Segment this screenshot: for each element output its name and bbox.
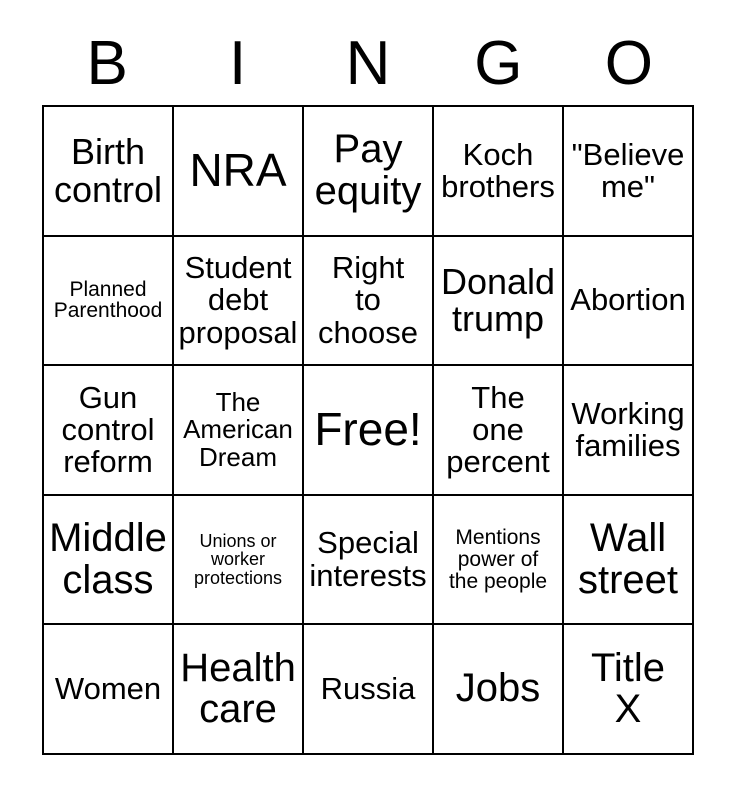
bingo-cell-label: Donald trump — [440, 260, 556, 340]
bingo-cell-g5[interactable]: Jobs — [434, 625, 564, 755]
bingo-cell-o2[interactable]: Abortion — [564, 236, 694, 367]
bingo-cell-n4[interactable]: Special interests — [304, 495, 434, 626]
bingo-cell-b4[interactable]: Middle class — [44, 495, 174, 626]
bingo-cell-i3[interactable]: The American Dream — [174, 366, 304, 496]
bingo-cell-o5[interactable]: Title X — [564, 625, 694, 755]
bingo-cell-label: Free! — [314, 403, 422, 456]
bingo-cell-label: "Believe me" — [571, 136, 685, 204]
bingo-cell-label: NRA — [189, 143, 287, 196]
bingo-cell-i2[interactable]: Student debt proposal — [174, 236, 304, 367]
bingo-cell-b5[interactable]: Women — [44, 625, 174, 755]
bingo-cell-label: Student debt proposal — [178, 250, 298, 350]
bingo-cell-label: Koch brothers — [441, 136, 555, 204]
bingo-card: B I N G O Birth control NRA Pay equity K… — [0, 0, 736, 800]
bingo-cell-o4[interactable]: Wall street — [564, 495, 694, 626]
bingo-cell-n2[interactable]: Right to choose — [304, 236, 434, 367]
bingo-cell-label: Wall street — [577, 516, 679, 602]
bingo-cell-label: Pay equity — [314, 127, 422, 213]
bingo-cell-label: The one percent — [446, 379, 550, 480]
bingo-cell-i4[interactable]: Unions or worker protections — [174, 495, 304, 626]
bingo-cell-b3[interactable]: Gun control reform — [44, 366, 174, 496]
bingo-cell-label: Health care — [180, 645, 296, 732]
header-letter-n: N — [345, 29, 391, 98]
header-letter-g: G — [474, 29, 523, 98]
bingo-cell-label: Jobs — [455, 666, 541, 711]
bingo-cell-g2[interactable]: Donald trump — [434, 236, 564, 367]
bingo-cell-o3[interactable]: Working families — [564, 366, 694, 496]
bingo-cell-label: Right to choose — [318, 250, 418, 350]
bingo-cell-b2[interactable]: Planned Parenthood — [44, 236, 174, 367]
bingo-cell-o1[interactable]: "Believe me" — [564, 107, 694, 237]
bingo-cell-label: Abortion — [570, 282, 686, 318]
bingo-cell-label: Working families — [571, 395, 685, 463]
bingo-grid: Birth control NRA Pay equity Koch brothe… — [42, 105, 694, 755]
bingo-cell-i5[interactable]: Health care — [174, 625, 304, 755]
bingo-cell-g1[interactable]: Koch brothers — [434, 107, 564, 237]
bingo-cell-label: The American Dream — [183, 387, 293, 472]
bingo-cell-label: Russia — [320, 671, 416, 707]
bingo-header: B I N G O — [42, 24, 694, 104]
header-letter-o: O — [604, 29, 653, 98]
bingo-cell-n5[interactable]: Russia — [304, 625, 434, 755]
bingo-cell-label: Mentions power of the people — [448, 525, 548, 593]
bingo-cell-label: Middle class — [49, 516, 167, 602]
bingo-cell-b1[interactable]: Birth control — [44, 107, 174, 237]
header-letter-b: B — [86, 29, 128, 98]
bingo-cell-n1[interactable]: Pay equity — [304, 107, 434, 237]
header-letter-i: I — [228, 29, 247, 98]
bingo-cell-label: Birth control — [53, 131, 163, 210]
bingo-cell-free-space[interactable]: Free! — [304, 366, 434, 496]
bingo-cell-label: Title X — [590, 645, 666, 732]
bingo-cell-label: Unions or worker protections — [193, 530, 283, 588]
bingo-cell-label: Women — [54, 671, 162, 707]
bingo-cell-i1[interactable]: NRA — [174, 107, 304, 237]
bingo-cell-label: Gun control reform — [61, 379, 155, 480]
bingo-cell-g3[interactable]: The one percent — [434, 366, 564, 496]
bingo-cell-label: Planned Parenthood — [53, 277, 163, 323]
bingo-cell-label: Special interests — [309, 525, 427, 593]
bingo-cell-g4[interactable]: Mentions power of the people — [434, 495, 564, 626]
